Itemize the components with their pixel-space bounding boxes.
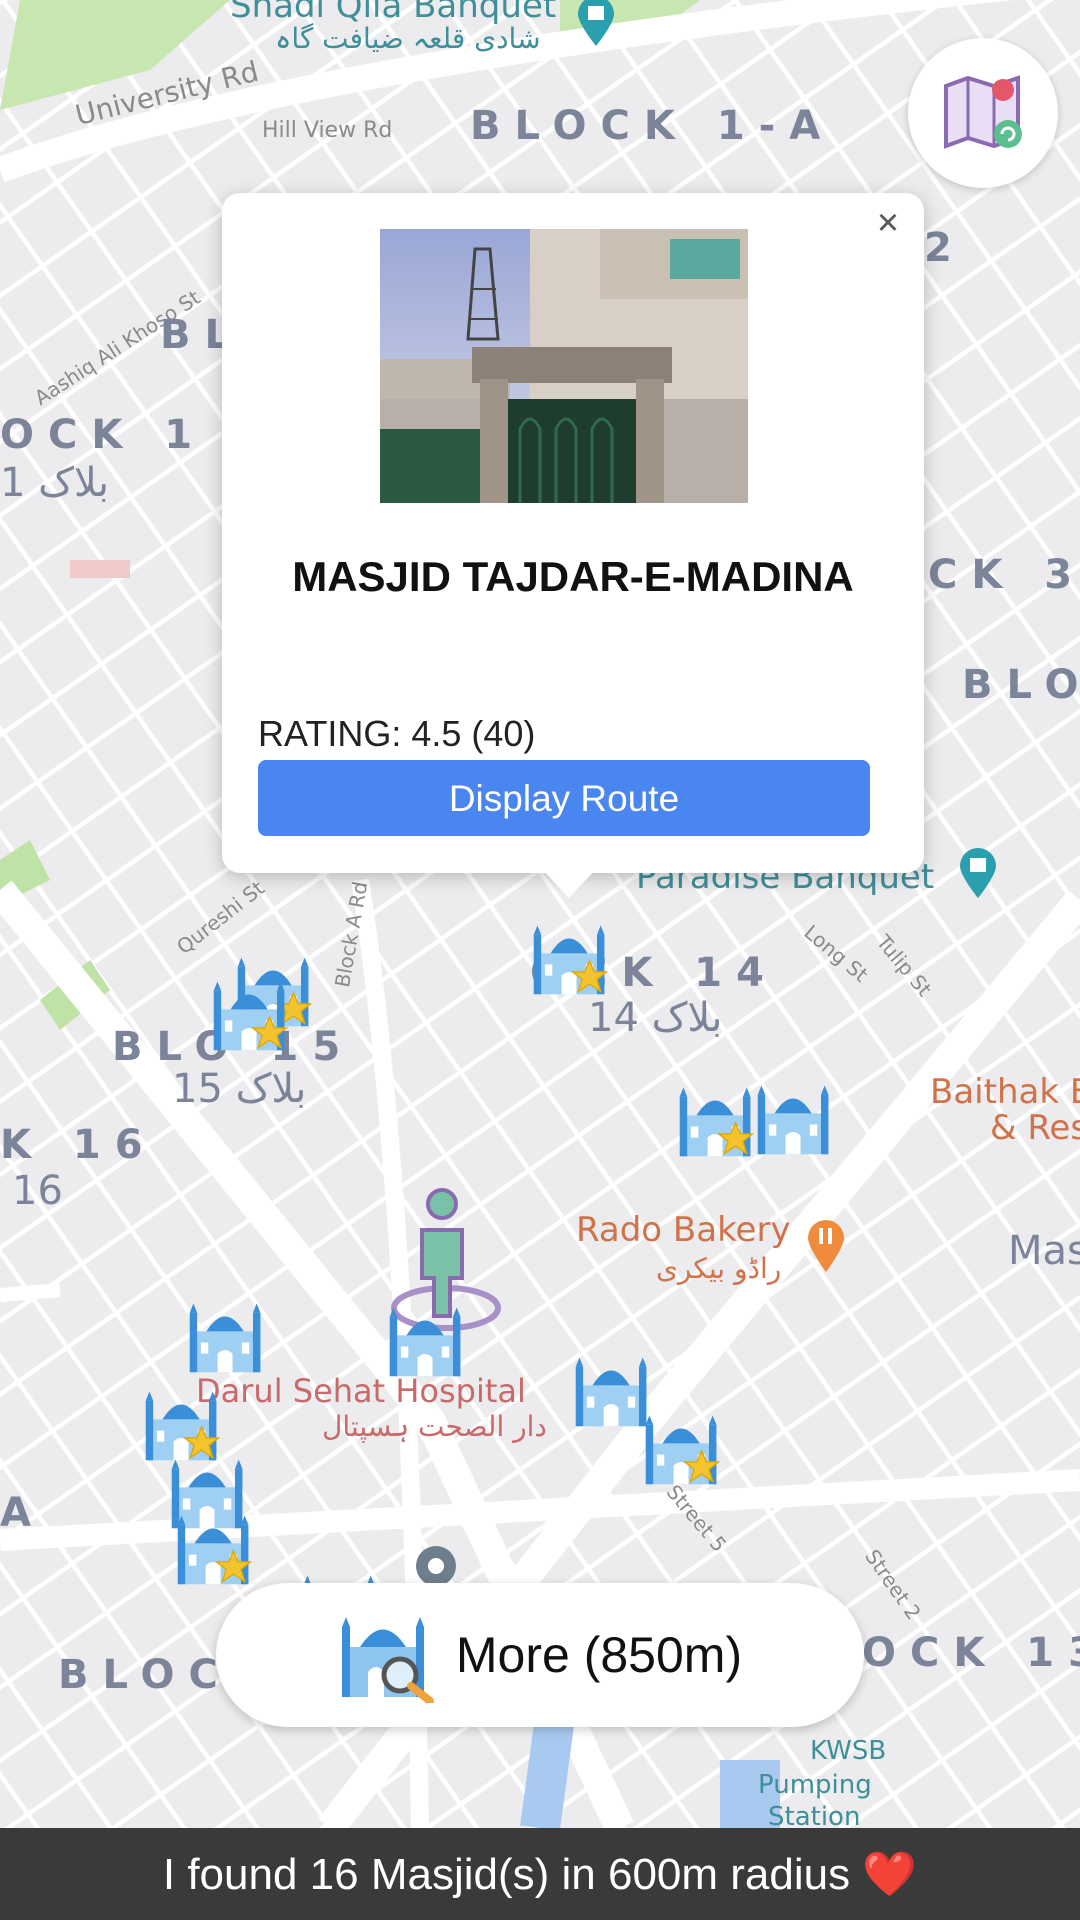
map-refresh-icon: [944, 75, 1022, 149]
restaurant-pin-icon[interactable]: [804, 1216, 848, 1274]
map-label-blo: BLO: [962, 662, 1080, 708]
map-label-block-1: OCK 1: [0, 412, 207, 458]
map-label-kwsb-station: Station: [768, 1802, 861, 1828]
status-footer: I found 16 Masjid(s) in 600m radius ❤️: [0, 1828, 1080, 1920]
map-label-block-13: OCK 13: [862, 1630, 1080, 1676]
masjid-search-icon: [341, 1617, 434, 1703]
map-view[interactable]: Shadi Qila Banquet شادی قلعہ ضیافت گاہ U…: [0, 0, 1080, 1828]
masjid-photo: [380, 229, 748, 503]
map-label-darul-urdu: دار الصحت ہسپتال: [322, 1410, 547, 1443]
map-label-rado: Rado Bakery: [576, 1210, 791, 1250]
masjid-info-popup: × MASJID TAJDAR-E-MADINA RATING: 4.5 (40…: [222, 193, 924, 873]
map-label-hill-view-rd: Hill View Rd: [262, 118, 393, 143]
masjid-icon[interactable]: [174, 1508, 254, 1588]
map-label-shadi-qila-urdu: شادی قلعہ ضیافت گاہ: [275, 22, 541, 55]
more-masjids-button[interactable]: More (850m): [216, 1583, 864, 1727]
masjid-icon[interactable]: [386, 1300, 466, 1380]
map-label-block-15-urdu: بلاک 15: [172, 1066, 307, 1112]
map-label-k16: K 16: [0, 1122, 157, 1168]
location-pin-icon[interactable]: [414, 1544, 458, 1588]
masjid-rating: RATING: 4.5 (40): [258, 713, 536, 754]
masjid-icon[interactable]: [530, 918, 610, 998]
map-label-kwsb: KWSB: [810, 1736, 887, 1766]
map-label-baithak-res: & Res: [990, 1108, 1080, 1148]
map-label-a: A: [0, 1490, 45, 1536]
masjid-icon[interactable]: [210, 974, 290, 1054]
map-refresh-button[interactable]: [908, 38, 1058, 188]
map-label-ck3: CK 3: [928, 552, 1080, 598]
map-label-block-14-urdu: بلاک 14: [588, 995, 723, 1041]
map-label-mas: Mas: [1008, 1228, 1080, 1274]
masjid-icon[interactable]: [186, 1296, 266, 1376]
display-route-button[interactable]: Display Route: [258, 760, 870, 836]
map-label-kwsb-pumping: Pumping: [758, 1770, 872, 1800]
map-label-block-1-urdu: بلاک 1: [0, 460, 109, 506]
more-button-label: More (850m): [455, 1627, 743, 1683]
map-label-k16-num: 16: [12, 1168, 63, 1214]
masjid-icon[interactable]: [754, 1078, 834, 1158]
banquet-pin-icon[interactable]: [956, 846, 1000, 900]
found-count-message: I found 16 Masjid(s) in 600m radius ❤️: [162, 1850, 918, 1899]
popup-pointer: [541, 868, 597, 898]
banquet-pin-icon[interactable]: [574, 0, 618, 48]
close-icon[interactable]: ×: [866, 201, 910, 245]
masjid-icon[interactable]: [676, 1080, 756, 1160]
map-label-block-1a: BLOCK 1-A: [470, 103, 835, 149]
map-label-bloc: BLOC: [58, 1652, 232, 1698]
map-label-baithak: Baithak B: [930, 1072, 1080, 1112]
map-label-block-2: 2: [924, 225, 966, 271]
masjid-icon[interactable]: [642, 1408, 722, 1488]
masjid-name: MASJID TAJDAR-E-MADINA: [292, 553, 854, 600]
masjid-icon[interactable]: [572, 1350, 652, 1430]
map-label-darul: Darul Sehat Hospital: [196, 1372, 526, 1410]
map-label-rado-urdu: راڈو بیکری: [656, 1252, 782, 1285]
